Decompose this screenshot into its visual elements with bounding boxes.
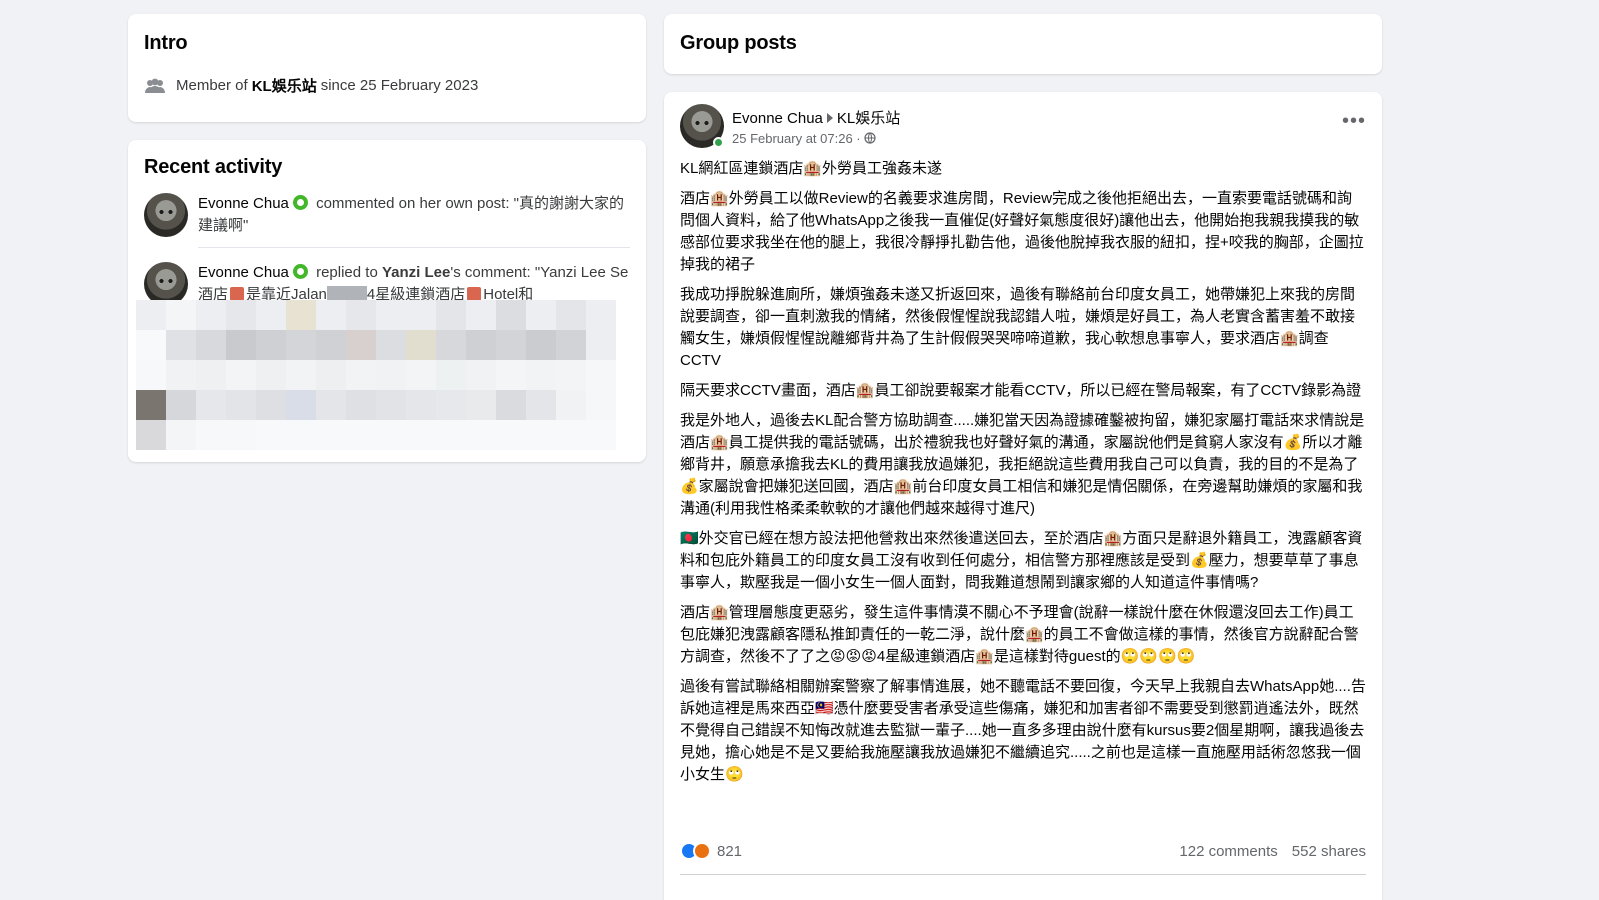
post-paragraph: 🇧🇩外交官已經在想方設法把他營救出來然後遣送回去，至於酒店🏨方面只是辭退外籍員工… — [680, 530, 1363, 591]
group-members-icon — [145, 78, 165, 93]
post-paragraph: 隔天要求CCTV畫面，酒店🏨員工卻說要報案才能看CCTV，所以已經在警局報案，有… — [680, 382, 1362, 399]
reactions-count[interactable]: 821 — [717, 843, 742, 860]
post-group-name[interactable]: KL娛乐站 — [837, 110, 900, 127]
top-fan-badge-icon — [292, 195, 308, 210]
membership-group-link[interactable]: KL娛乐站 — [252, 75, 317, 96]
activity-author[interactable]: Evonne Chua — [198, 264, 289, 281]
top-fan-badge-icon — [292, 264, 308, 279]
post-paragraph: 過後有嘗試聯絡相關辦案警察了解事情進展，她不聽電話不要回復，今天早上我親自去Wh… — [680, 678, 1366, 783]
post-paragraph: 我是外地人，過後去KL配合警方協助調查.....嫌犯當天因為證據確鑿被拘留，嫌犯… — [680, 412, 1365, 517]
activity-text: Evonne Chua commented on her own post: "… — [198, 193, 630, 237]
recent-activity-card: Recent activity Evonne Chua commented on… — [128, 140, 646, 462]
pixelated-redaction — [136, 300, 616, 450]
divider — [198, 247, 630, 248]
post-paragraph: 我成功掙脫躲進廁所，嫌煩強姦未遂又折返回來，過後有聯絡前台印度女員工，她帶嫌犯上… — [680, 286, 1356, 369]
intro-card: Intro Member of KL娛乐站 since 25 February … — [128, 14, 646, 122]
post-stats: 821 122 comments 552 shares — [680, 842, 1366, 860]
activity-item[interactable]: Evonne Chua commented on her own post: "… — [144, 193, 630, 237]
post-paragraph: 酒店🏨外勞員工以做Review的名義要求進房間，Review完成之後他拒絕出去，… — [680, 190, 1364, 273]
globe-icon — [864, 132, 876, 144]
membership-row: Member of KL娛乐站 since 25 February 2023 — [144, 75, 630, 96]
post-paragraph: 酒店🏨管理層態度更惡劣，發生這件事情漠不關心不予理會(說辭一樣說什麼在休假還沒回… — [680, 604, 1359, 665]
divider — [680, 874, 1366, 875]
post-header: Evonne Chua KL娛乐站 25 February at 07:26 · … — [680, 104, 1366, 148]
membership-suffix: since 25 February 2023 — [320, 77, 479, 94]
post-paragraph: KL網紅區連鎖酒店🏨外勞員工強姦未遂 — [680, 160, 943, 177]
activity-target[interactable]: Yanzi Lee — [382, 264, 450, 281]
group-posts-header-card: Group posts — [664, 14, 1382, 74]
post-author-avatar[interactable] — [680, 104, 724, 148]
post-body: KL網紅區連鎖酒店🏨外勞員工強姦未遂 酒店🏨外勞員工以做Review的名義要求進… — [680, 158, 1366, 786]
group-posts-title: Group posts — [680, 32, 797, 54]
hotel-icon — [467, 287, 482, 301]
shares-count-link[interactable]: 552 shares — [1292, 843, 1366, 860]
post-date-line: 25 February at 07:26 · — [732, 131, 900, 146]
group-post: Evonne Chua KL娛乐站 25 February at 07:26 · … — [664, 92, 1382, 900]
intro-title: Intro — [144, 32, 188, 54]
avatar[interactable] — [144, 193, 188, 237]
post-timestamp[interactable]: 25 February at 07:26 · — [732, 131, 861, 146]
comments-count-link[interactable]: 122 comments — [1179, 843, 1277, 860]
hotel-icon — [230, 287, 245, 301]
activity-action-prefix: replied to — [316, 264, 378, 281]
membership-prefix: Member of — [176, 77, 248, 94]
online-status-icon — [713, 137, 724, 148]
post-author-line: Evonne Chua KL娛乐站 — [732, 107, 900, 128]
activity-author[interactable]: Evonne Chua — [198, 195, 289, 212]
post-author-name[interactable]: Evonne Chua — [732, 110, 823, 127]
more-options-button[interactable]: ••• — [1342, 110, 1366, 133]
recent-activity-title: Recent activity — [144, 156, 283, 178]
post-engagement: 122 comments 552 shares — [1179, 843, 1366, 860]
angry-reaction-icon[interactable] — [693, 842, 711, 860]
post-meta: Evonne Chua KL娛乐站 25 February at 07:26 · — [732, 107, 900, 146]
caret-right-icon — [826, 112, 833, 123]
